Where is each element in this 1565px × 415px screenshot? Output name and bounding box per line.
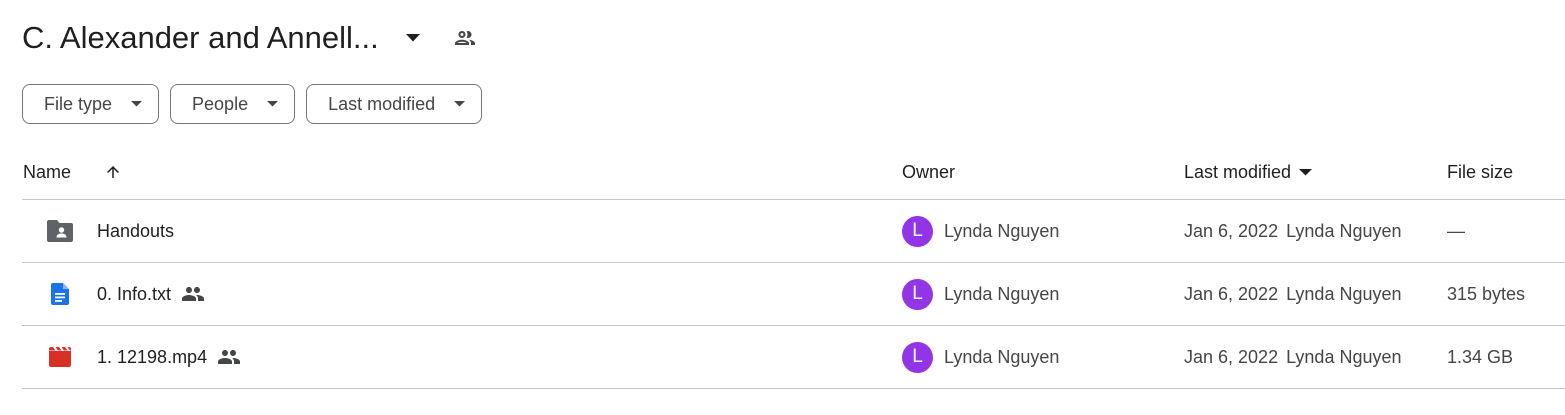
file-size: 1.34 GB [1447,346,1514,367]
modified-date: Jan 6, 2022 [1184,283,1279,304]
file-name[interactable]: 1. 12198.mp4 [97,326,241,388]
google-docs-icon [46,263,74,325]
owner-name: Lynda Nguyen [944,220,1060,241]
last-modified-cell: Jan 6, 2022 Lynda Nguyen [1184,326,1402,388]
chip-label: Last modified [328,93,436,114]
chip-label: File type [44,93,113,114]
last-modified-cell: Jan 6, 2022 Lynda Nguyen [1184,263,1402,325]
file-name[interactable]: Handouts [97,200,174,262]
file-name-text: 0. Info.txt [97,283,172,304]
last-modified-column-header[interactable]: Last modified [1184,145,1313,199]
file-type-filter[interactable]: File type [22,84,160,124]
avatar[interactable]: L [902,215,933,247]
last-modified-filter[interactable]: Last modified [306,84,483,124]
owner-name: Lynda Nguyen [944,283,1060,304]
arrow-drop-down-icon [266,98,278,110]
file-name-text: 1. 12198.mp4 [97,346,208,367]
modified-date: Jan 6, 2022 [1184,346,1279,367]
people-icon [217,345,241,369]
file-size-column-header[interactable]: File size [1447,145,1513,199]
filter-chips: File type People Last modified [22,84,483,124]
modified-by: Lynda Nguyen [1286,346,1402,367]
owner-cell: L Lynda Nguyen [902,200,1059,262]
table-row[interactable]: 1. 12198.mp4 L Lynda Nguyen Jan 6, 2022 … [22,326,1565,389]
chip-label: People [192,93,249,114]
modified-date: Jan 6, 2022 [1184,220,1279,241]
shared-folder-icon [46,200,74,262]
table-row[interactable]: 0. Info.txt L Lynda Nguyen Jan 6, 2022 L… [22,263,1565,326]
arrow-upward-icon[interactable] [102,145,124,199]
avatar[interactable]: L [902,278,933,310]
arrow-drop-down-icon [453,98,465,110]
name-column-header[interactable]: Name [23,145,71,199]
owner-name: Lynda Nguyen [944,346,1060,367]
page-header: C. Alexander and Annell... [22,14,479,62]
people-filter[interactable]: People [170,84,296,124]
owner-column-header[interactable]: Owner [902,145,955,199]
avatar[interactable]: L [902,341,933,373]
last-modified-header-label: Last modified [1184,161,1292,182]
file-size: 315 bytes [1447,283,1526,304]
file-size: — [1447,220,1465,241]
owner-cell: L Lynda Nguyen [902,326,1059,388]
arrow-drop-down-icon [1299,168,1313,176]
arrow-drop-down-icon[interactable] [401,26,425,50]
modified-by: Lynda Nguyen [1286,220,1402,241]
folder-title[interactable]: C. Alexander and Annell... [22,20,379,56]
video-file-icon [46,326,74,388]
arrow-drop-down-icon [130,98,142,110]
last-modified-cell: Jan 6, 2022 Lynda Nguyen [1184,200,1402,262]
people-icon [181,282,205,306]
table-header: Name Owner Last modified File size [22,145,1565,200]
modified-by: Lynda Nguyen [1286,283,1402,304]
owner-cell: L Lynda Nguyen [902,263,1059,325]
people-icon[interactable] [451,24,479,52]
file-list: Name Owner Last modified File size Hando… [22,145,1565,389]
file-name-text: Handouts [97,220,175,241]
file-name[interactable]: 0. Info.txt [97,263,205,325]
table-row[interactable]: Handouts L Lynda Nguyen Jan 6, 2022 Lynd… [22,200,1565,263]
